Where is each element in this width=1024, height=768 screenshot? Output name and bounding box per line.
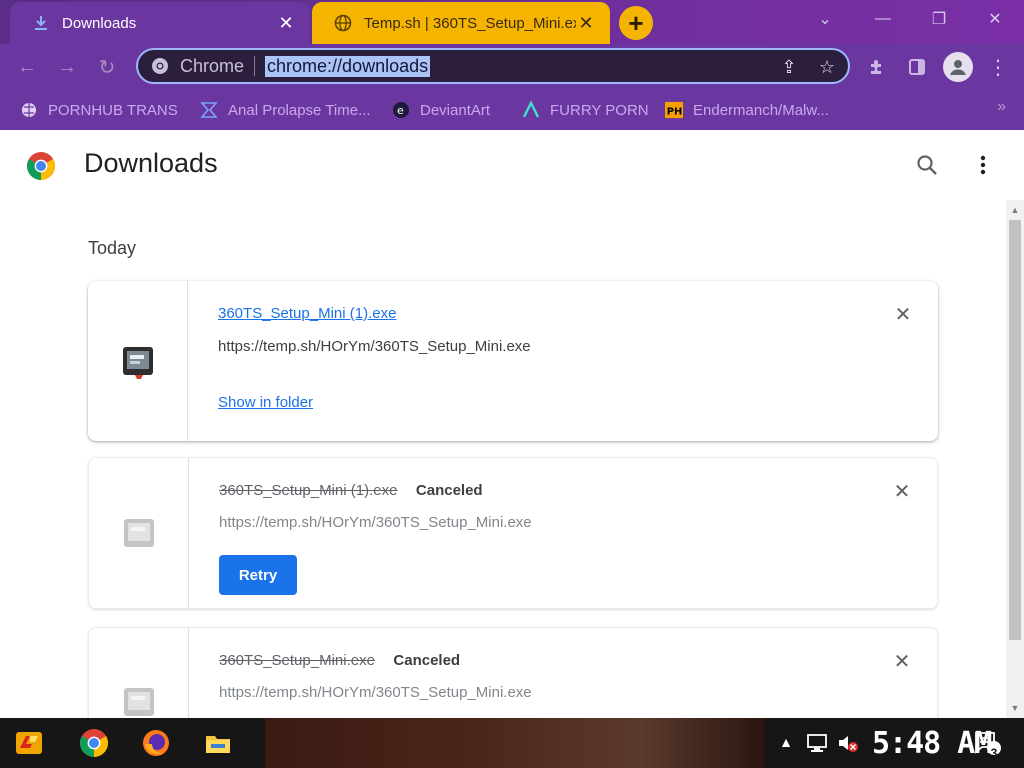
- profile-avatar-icon[interactable]: [943, 52, 973, 82]
- globe-icon: [20, 101, 38, 119]
- share-icon[interactable]: ⇪: [778, 56, 800, 78]
- scroll-down-arrow-icon[interactable]: ▼: [1009, 702, 1021, 714]
- omnibox-scheme-label: Chrome: [180, 55, 245, 76]
- page-title: Downloads: [84, 148, 218, 178]
- tab-tempsh[interactable]: Temp.sh | 360TS_Setup_Mini.exe ✕: [312, 2, 610, 44]
- start-button-icon[interactable]: [12, 726, 46, 760]
- action-row: Show in folder: [218, 394, 313, 412]
- download-item: 360TS_Setup_Mini (1).exe https://temp.sh…: [88, 281, 938, 441]
- tab-close-icon[interactable]: ✕: [576, 13, 596, 33]
- file-name-link[interactable]: 360TS_Setup_Mini (1).exe: [218, 305, 396, 322]
- bookmark-item[interactable]: PH Endermanch/Malw...: [665, 98, 829, 122]
- svg-text:e: e: [397, 104, 404, 117]
- star-icon[interactable]: ☆: [816, 56, 838, 78]
- desktop-wallpaper-strip: [265, 718, 765, 768]
- close-window-icon[interactable]: ✕: [980, 6, 1010, 32]
- minimize-icon[interactable]: —: [868, 6, 898, 32]
- show-in-folder-link[interactable]: Show in folder: [218, 394, 313, 411]
- chrome-logo-icon: [26, 151, 56, 181]
- file-name-text: 360TS_Setup_Mini.exe: [219, 652, 375, 669]
- remove-item-close-icon[interactable]: ✕: [892, 303, 914, 326]
- bookmark-item[interactable]: Anal Prolapse Time...: [200, 98, 371, 122]
- file-icon-column: [89, 628, 189, 718]
- file-icon-column: [89, 458, 189, 608]
- bookmark-item[interactable]: PORNHUB TRANS: [20, 98, 178, 122]
- page-header: Downloads: [0, 130, 1024, 200]
- installer-file-icon: [122, 682, 156, 718]
- omnibox-separator: [254, 56, 256, 76]
- file-explorer-taskbar-icon[interactable]: [201, 726, 235, 760]
- globe-icon: [334, 14, 352, 32]
- bookmark-label: PORNHUB TRANS: [48, 101, 178, 119]
- tab-downloads[interactable]: Downloads ✕: [10, 2, 310, 44]
- installer-file-icon: [121, 341, 155, 381]
- bookmark-item[interactable]: e DeviantArt: [392, 98, 490, 122]
- tab-strip: Downloads ✕ Temp.sh | 360TS_Setup_Mini.e…: [0, 0, 1024, 44]
- bookmarks-overflow-icon[interactable]: »: [997, 98, 1006, 116]
- toolbar: ← → ↻ Chrome chrome://downloads ⇪ ☆ ⋮: [0, 44, 1024, 90]
- tray-overflow-icon[interactable]: ▲: [778, 732, 794, 752]
- file-name-row: 360TS_Setup_Mini (1).exe: [218, 305, 396, 323]
- new-tab-button[interactable]: +: [619, 6, 653, 40]
- downloads-page: Downloads Today 360TS_Setup_Mini (1).exe…: [0, 130, 1024, 718]
- bookmark-item[interactable]: FURRY PORN: [522, 98, 649, 122]
- omnibox-actions: ⇪ ☆: [778, 56, 838, 78]
- url-text[interactable]: chrome://downloads: [265, 55, 431, 77]
- side-panel-icon[interactable]: [902, 52, 932, 82]
- file-name-row: 360TS_Setup_Mini.exe Canceled: [219, 652, 460, 670]
- action-row: Retry: [219, 555, 297, 595]
- remove-item-close-icon[interactable]: ✕: [891, 480, 913, 503]
- download-item: 360TS_Setup_Mini.exe Canceled https://te…: [88, 627, 938, 718]
- tab-title: Downloads: [62, 14, 137, 32]
- firefox-taskbar-icon[interactable]: [139, 726, 173, 760]
- bookmark-icon: [200, 101, 218, 119]
- ph-logo-icon: PH: [665, 101, 683, 119]
- bookmark-label: Anal Prolapse Time...: [228, 101, 371, 119]
- file-url: https://temp.sh/HOrYm/360TS_Setup_Mini.e…: [219, 684, 532, 701]
- download-item: 360TS_Setup_Mini (1).exe Canceled https:…: [88, 457, 938, 609]
- file-name-row: 360TS_Setup_Mini (1).exe Canceled: [219, 482, 483, 500]
- chrome-page-icon: [150, 56, 170, 76]
- page-scrollbar[interactable]: ▲ ▼: [1006, 200, 1024, 718]
- scroll-thumb[interactable]: [1009, 220, 1021, 640]
- address-bar[interactable]: Chrome chrome://downloads ⇪ ☆: [136, 48, 850, 84]
- tab-close-icon[interactable]: ✕: [276, 13, 296, 33]
- file-icon-column: [88, 281, 188, 441]
- file-name-text: 360TS_Setup_Mini (1).exe: [219, 482, 398, 499]
- status-label: Canceled: [393, 652, 461, 669]
- back-icon[interactable]: ←: [12, 52, 42, 82]
- notification-count-badge: 3: [990, 746, 998, 760]
- file-url: https://temp.sh/HOrYm/360TS_Setup_Mini.e…: [218, 338, 531, 355]
- svg-text:PH: PH: [667, 107, 683, 118]
- installer-file-icon: [122, 513, 156, 553]
- tab-title: Temp.sh | 360TS_Setup_Mini.exe: [364, 14, 576, 32]
- forward-icon[interactable]: →: [52, 52, 82, 82]
- date-section-label: Today: [88, 238, 137, 258]
- extensions-icon[interactable]: [862, 52, 892, 82]
- chrome-taskbar-icon[interactable]: [77, 726, 111, 760]
- remove-item-close-icon[interactable]: ✕: [891, 650, 913, 673]
- a-logo-icon: [522, 101, 540, 119]
- bookmark-label: Endermanch/Malw...: [693, 101, 829, 119]
- bookmark-label: DeviantArt: [420, 101, 491, 119]
- retry-button[interactable]: Retry: [219, 555, 297, 595]
- download-icon: [32, 14, 50, 32]
- bookmark-label: FURRY PORN: [550, 101, 649, 119]
- restore-icon[interactable]: ❐: [924, 6, 954, 32]
- volume-muted-icon[interactable]: [836, 732, 860, 754]
- reload-icon[interactable]: ↻: [92, 52, 122, 82]
- more-options-icon[interactable]: [970, 152, 996, 178]
- status-label: Canceled: [415, 482, 483, 499]
- network-icon[interactable]: [804, 732, 830, 754]
- taskbar: ▲ 5:48 AM 3: [0, 718, 1024, 768]
- deviantart-icon: e: [392, 101, 410, 119]
- tab-search-icon[interactable]: ⌄: [810, 6, 840, 32]
- search-icon[interactable]: [914, 152, 940, 178]
- file-url: https://temp.sh/HOrYm/360TS_Setup_Mini.e…: [219, 514, 532, 531]
- scroll-up-arrow-icon[interactable]: ▲: [1009, 204, 1021, 216]
- bookmarks-bar: PORNHUB TRANS Anal Prolapse Time... e De…: [0, 90, 1024, 130]
- chrome-menu-icon[interactable]: ⋮: [983, 52, 1013, 82]
